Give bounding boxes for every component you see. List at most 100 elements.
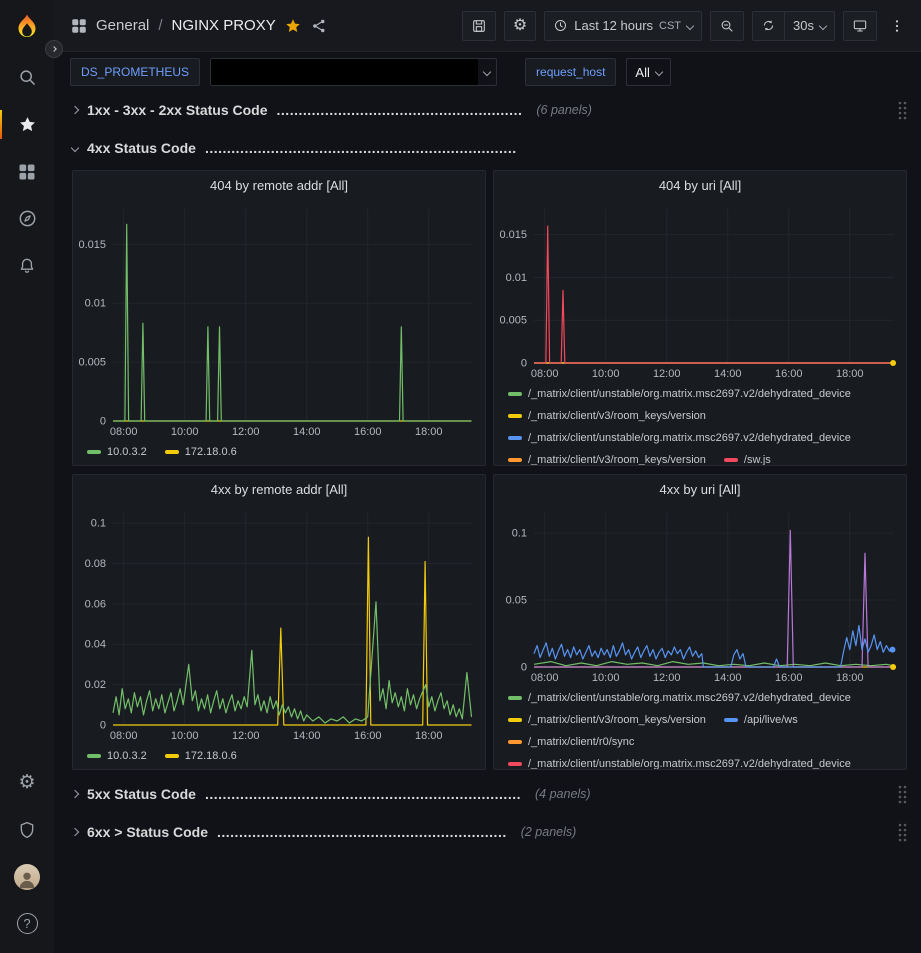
panel-title[interactable]: 4xx by remote addr [All] <box>73 475 485 503</box>
panel-legend: /_matrix/client/unstable/org.matrix.msc2… <box>494 383 906 465</box>
chart-canvas[interactable]: 00.0050.010.01508:0010:0012:0014:0016:00… <box>73 199 485 441</box>
sidebar-item-help[interactable]: ? <box>0 900 54 947</box>
legend-label: /_matrix/client/unstable/org.matrix.msc2… <box>528 432 851 444</box>
chart-canvas[interactable]: 00.0050.010.01508:0010:0012:0014:0016:00… <box>494 199 906 383</box>
legend-swatch <box>508 762 522 766</box>
legend-item[interactable]: /_matrix/client/unstable/org.matrix.msc2… <box>508 691 851 705</box>
x-axis-tick-label: 14:00 <box>714 368 742 380</box>
legend-item[interactable]: 10.0.3.2 <box>87 445 147 459</box>
chart-canvas[interactable]: 00.020.040.060.080.108:0010:0012:0014:00… <box>73 503 485 745</box>
series-end-dot <box>890 360 896 366</box>
panel-title[interactable]: 404 by uri [All] <box>494 171 906 199</box>
share-icon[interactable] <box>310 17 328 35</box>
row-drag-handle[interactable] <box>897 784 907 804</box>
zoom-out-button[interactable] <box>710 11 744 41</box>
sidebar-item-search[interactable] <box>0 54 54 101</box>
timeseries-chart[interactable]: 00.0050.010.01508:0010:0012:0014:0016:00… <box>73 199 485 441</box>
kebab-menu-button[interactable] <box>885 11 909 41</box>
breadcrumb: General / NGINX PROXY <box>96 17 276 34</box>
sidebar-item-configuration[interactable]: ⚙ <box>0 759 54 806</box>
row-drag-handle[interactable] <box>897 822 907 842</box>
panel-title[interactable]: 4xx by uri [All] <box>494 475 906 503</box>
row-drag-handle[interactable] <box>897 100 907 120</box>
save-dashboard-button[interactable] <box>462 11 496 41</box>
legend-item[interactable]: /_matrix/client/v3/room_keys/version <box>508 409 706 423</box>
legend-item[interactable]: /api/live/ws <box>724 713 798 727</box>
timeseries-chart[interactable]: 00.050.108:0010:0012:0014:0016:0018:00 <box>494 503 906 687</box>
sidebar-item-explore[interactable] <box>0 195 54 242</box>
star-icon <box>17 114 38 135</box>
dashboard-settings-button[interactable]: ⚙ <box>504 11 536 41</box>
x-axis-tick-label: 14:00 <box>293 730 321 742</box>
row-title: 4xx Status Code <box>87 140 196 156</box>
panel-title[interactable]: 404 by remote addr [All] <box>73 171 485 199</box>
chevron-right-icon <box>71 828 79 836</box>
row-6xx[interactable]: 6xx > Status Code ......................… <box>72 818 907 846</box>
row-4xx[interactable]: 4xx Status Code ........................… <box>72 134 907 162</box>
grafana-logo[interactable] <box>11 12 43 44</box>
legend-item[interactable]: /_matrix/client/v3/room_keys/version <box>508 713 706 727</box>
legend-label: /_matrix/client/v3/room_keys/version <box>528 410 706 422</box>
request-host-selected: All <box>635 65 649 80</box>
sidebar-item-profile[interactable] <box>0 853 54 900</box>
drag-handle-icon <box>897 784 907 804</box>
page-title[interactable]: NGINX PROXY <box>172 17 276 34</box>
legend-item[interactable]: /_matrix/client/r0/sync <box>508 735 634 749</box>
legend-item[interactable]: 172.18.0.6 <box>165 749 237 763</box>
dashboard-content: 1xx - 3xx - 2xx Status Code ............… <box>54 90 921 953</box>
legend-item[interactable]: /_matrix/client/unstable/org.matrix.msc2… <box>508 431 851 445</box>
chevron-right-icon <box>51 46 57 52</box>
legend-item[interactable]: /_matrix/client/v3/room_keys/version <box>508 453 706 465</box>
legend-item[interactable]: /sw.js <box>724 453 771 465</box>
time-range-picker[interactable]: Last 12 hours CST <box>544 11 702 41</box>
legend-swatch <box>87 450 101 454</box>
sidebar-item-server-admin[interactable] <box>0 806 54 853</box>
legend-swatch <box>508 436 522 440</box>
datasource-variable-label[interactable]: DS_PROMETHEUS <box>70 58 200 86</box>
datasource-variable-value[interactable] <box>210 58 497 86</box>
y-axis-tick-label: 0.02 <box>85 679 106 691</box>
legend-swatch <box>508 458 522 462</box>
panel-legend: 10.0.3.2 172.18.0.6 <box>73 441 485 465</box>
chart-canvas[interactable]: 00.050.108:0010:0012:0014:0016:0018:00 <box>494 503 906 687</box>
refresh-interval-dropdown[interactable]: 30s <box>784 11 835 41</box>
panel-legend: /_matrix/client/unstable/org.matrix.msc2… <box>494 687 906 769</box>
x-axis-tick-label: 10:00 <box>592 368 620 380</box>
legend-item[interactable]: 10.0.3.2 <box>87 749 147 763</box>
request-host-variable-label[interactable]: request_host <box>525 58 616 86</box>
x-axis-tick-label: 08:00 <box>110 426 138 438</box>
nav-sidebar: ⚙ ? <box>0 0 54 953</box>
sidebar-item-starred[interactable] <box>0 101 54 148</box>
x-axis-tick-label: 08:00 <box>110 730 138 742</box>
series-end-dot <box>889 647 895 653</box>
apps-grid-icon <box>70 17 88 35</box>
refresh-button[interactable] <box>752 11 784 41</box>
y-axis-tick-label: 0.005 <box>499 315 527 327</box>
y-axis-tick-label: 0 <box>100 416 106 428</box>
y-axis-tick-label: 0.1 <box>91 518 106 530</box>
legend-item[interactable]: /_matrix/client/unstable/org.matrix.msc2… <box>508 757 851 769</box>
legend-swatch <box>165 450 179 454</box>
chevron-right-icon <box>71 106 79 114</box>
x-axis-tick-label: 16:00 <box>775 672 803 684</box>
row-1xx-3xx-2xx[interactable]: 1xx - 3xx - 2xx Status Code ............… <box>72 96 907 124</box>
question-mark-icon: ? <box>17 913 38 934</box>
y-axis-tick-label: 0.05 <box>506 595 527 607</box>
row-title: 6xx > Status Code <box>87 824 208 840</box>
legend-label: /_matrix/client/r0/sync <box>528 736 634 748</box>
row-5xx[interactable]: 5xx Status Code ........................… <box>72 780 907 808</box>
timeseries-chart[interactable]: 00.020.040.060.080.108:0010:0012:0014:00… <box>73 503 485 745</box>
breadcrumb-section[interactable]: General <box>96 17 149 34</box>
sidebar-item-dashboards[interactable] <box>0 148 54 195</box>
monitor-icon <box>852 18 868 34</box>
time-range-label: Last 12 hours <box>574 18 653 33</box>
tv-mode-button[interactable] <box>843 11 877 41</box>
legend-item[interactable]: 172.18.0.6 <box>165 445 237 459</box>
sidebar-item-alerting[interactable] <box>0 242 54 289</box>
chevron-down-icon <box>71 144 79 152</box>
legend-item[interactable]: /_matrix/client/unstable/org.matrix.msc2… <box>508 387 851 401</box>
clock-icon <box>553 18 568 33</box>
favorite-star-icon[interactable] <box>284 17 302 35</box>
request-host-variable-value[interactable]: All <box>626 58 670 86</box>
timeseries-chart[interactable]: 00.0050.010.01508:0010:0012:0014:0016:00… <box>494 199 906 383</box>
